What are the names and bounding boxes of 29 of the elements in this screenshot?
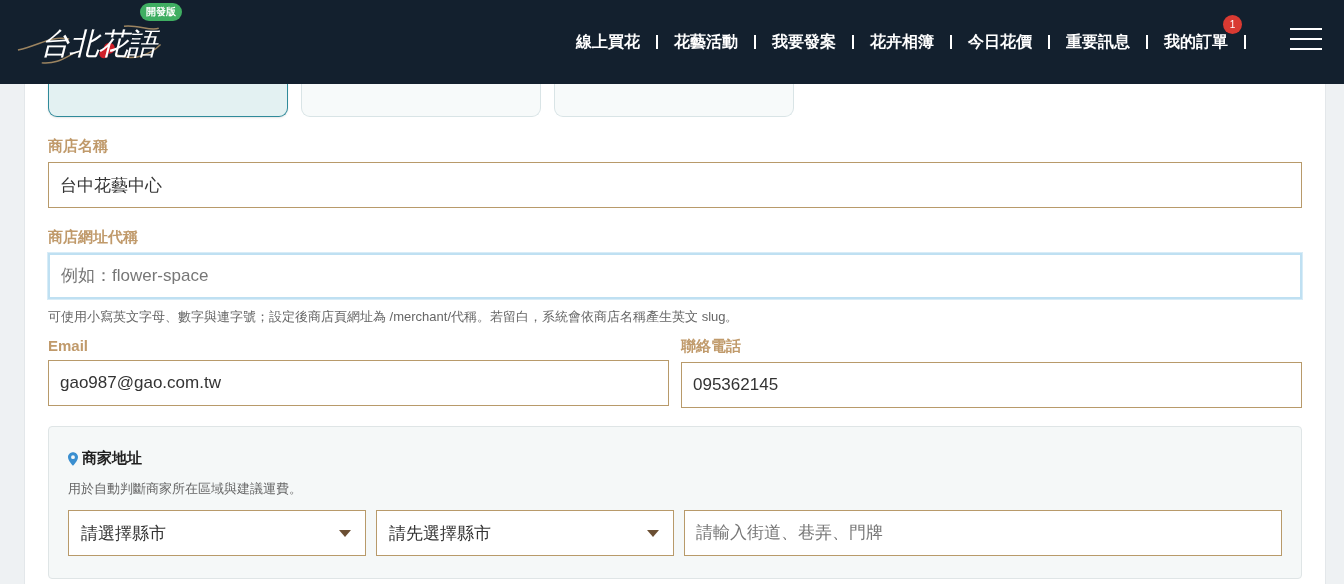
caret-icon bbox=[339, 529, 351, 537]
help-text: 可使用小寫英文字母、數字與連字號；設定後商店頁網址為 /merchant/代稱。若留白，系統會依商店名稱產生英文 slug。 bbox=[48, 308, 740, 326]
notification-badge: 1 bbox=[1223, 15, 1242, 34]
nav-link[interactable]: 花藝活動 bbox=[658, 35, 756, 49]
input-field[interactable]: gao987@gao.com.tw bbox=[48, 360, 669, 406]
field-label: 商店名稱 bbox=[48, 137, 109, 156]
nav-link[interactable]: 重要訊息 bbox=[1050, 35, 1148, 49]
input-field[interactable]: 台中花藝中心 bbox=[48, 162, 1302, 208]
category-tab[interactable] bbox=[48, 84, 288, 117]
location-pin-icon bbox=[68, 451, 78, 466]
input-field[interactable]: 請輸入街道、巷弄、門牌 bbox=[684, 510, 1282, 556]
field-label: 商店網址代稱 bbox=[48, 228, 139, 247]
field-label: 聯絡電話 bbox=[681, 337, 742, 356]
dropdown[interactable]: 請選擇縣市 bbox=[68, 510, 366, 556]
dropdown-value: 請先選擇縣市 bbox=[389, 522, 491, 545]
input-field[interactable]: 095362145 bbox=[681, 362, 1302, 408]
section-description: 用於自動判斷商家所在區域與建議運費。 bbox=[68, 480, 303, 498]
caret-icon bbox=[647, 529, 659, 537]
nav-link[interactable]: 今日花價 bbox=[952, 35, 1050, 49]
dropdown-value: 請選擇縣市 bbox=[81, 522, 166, 545]
field-label: Email bbox=[48, 337, 90, 354]
dropdown[interactable]: 請先選擇縣市 bbox=[376, 510, 674, 556]
nav-link[interactable]: 我的訂單 bbox=[1148, 35, 1246, 49]
nav-link[interactable]: 線上買花 bbox=[576, 35, 658, 49]
dev-badge: 開發版 bbox=[140, 3, 182, 21]
menu-icon[interactable] bbox=[1290, 28, 1322, 50]
section-title: 商家地址 bbox=[82, 449, 142, 468]
nav-link[interactable]: 花卉相簿 bbox=[854, 35, 952, 49]
nav-link[interactable]: 我要發案 bbox=[756, 35, 854, 49]
